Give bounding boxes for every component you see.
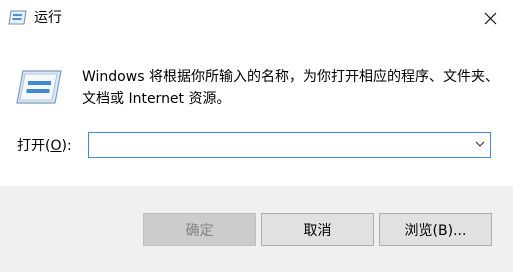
chevron-down-icon[interactable] [475,141,485,148]
title-bar[interactable]: 运行 [0,0,513,36]
close-icon [484,12,496,24]
dialog-body: Windows 将根据你所输入的名称，为你打开相应的程序、文件夹、文档或 Int… [0,36,513,186]
run-program-icon [15,69,63,105]
browse-button[interactable]: 浏览(B)... [379,213,492,246]
close-button[interactable] [467,0,513,36]
open-label: 打开(O): [17,138,72,154]
ok-button[interactable]: 确定 [143,213,256,246]
window-title: 运行 [34,10,62,26]
open-input[interactable] [93,135,463,155]
run-icon [8,8,28,26]
open-combobox[interactable] [88,132,491,158]
cancel-button[interactable]: 取消 [261,213,374,246]
description-text: Windows 将根据你所输入的名称，为你打开相应的程序、文件夹、文档或 Int… [82,69,499,107]
button-bar: 确定 取消 浏览(B)... [0,186,513,272]
